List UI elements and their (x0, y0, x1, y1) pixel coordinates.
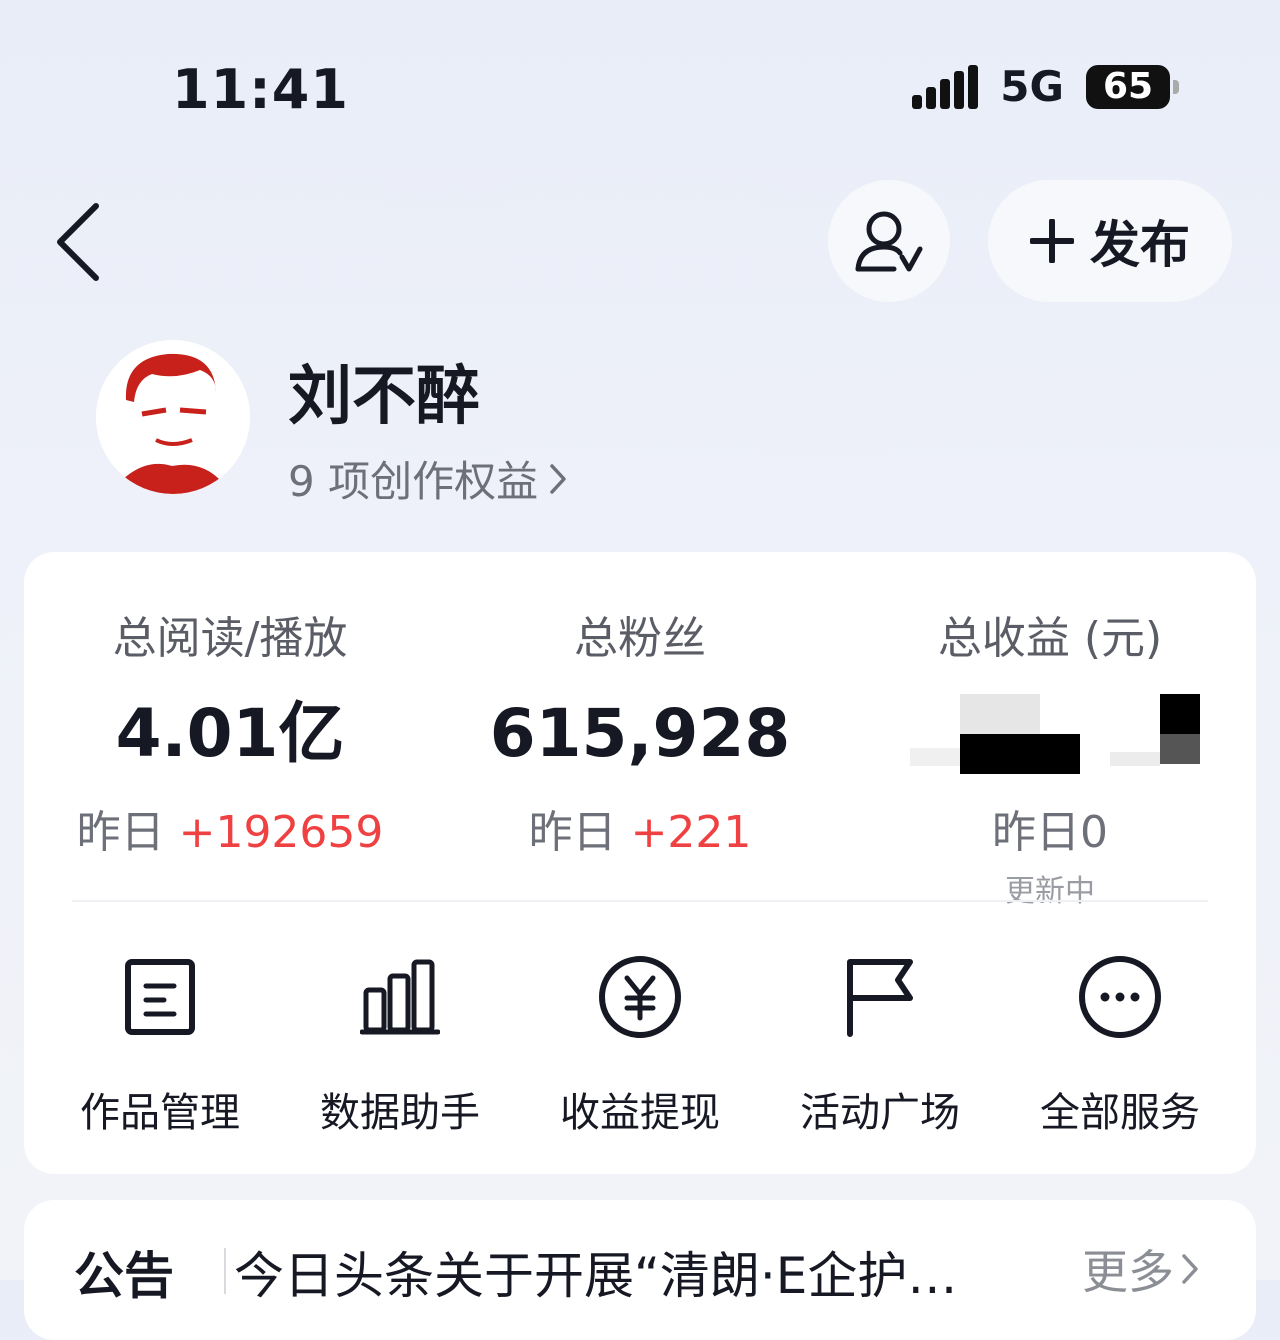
divider (224, 1248, 226, 1294)
stat-value: 4.01亿 (115, 695, 345, 772)
tool-earnings-withdraw[interactable]: 收益提现 (520, 952, 760, 1138)
battery-icon: 65 (1086, 64, 1179, 109)
tool-works-management[interactable]: 作品管理 (40, 952, 280, 1138)
tool-all-services[interactable]: 全部服务 (1000, 952, 1240, 1138)
stats-card: 总阅读/播放 4.01亿 昨日 +192659 总粉丝 615,928 昨日 +… (24, 552, 1256, 1174)
stat-delta-value: 0 (1080, 807, 1108, 858)
stat-value: 615,928 (489, 695, 791, 772)
announcement-more-link[interactable]: 更多 (1082, 1236, 1200, 1302)
announcement-text[interactable]: 今日头条关于开展“清朗·E企护… (234, 1236, 1034, 1308)
stat-delta: 昨日0 (850, 796, 1250, 860)
document-icon (125, 959, 195, 1035)
user-name: 刘不醉 (288, 360, 480, 434)
avatar[interactable] (96, 340, 250, 494)
stat-delta-value: +221 (630, 807, 752, 858)
yen-coin-icon (599, 956, 681, 1038)
stat-label: 总收益 (元) (937, 613, 1163, 664)
tool-activity-plaza[interactable]: 活动广场 (760, 952, 1000, 1138)
chevron-right-icon (1182, 1254, 1198, 1284)
status-indicators: 5G 65 (912, 62, 1179, 111)
redacted-value (850, 694, 1250, 774)
updating-note: 更新中 (1005, 874, 1095, 909)
announcement-tag: 公告 (74, 1247, 174, 1305)
stat-delta: 昨日 +192659 (30, 796, 430, 860)
battery-level: 65 (1102, 66, 1154, 107)
creator-rights-link[interactable]: 9 项创作权益 (288, 448, 568, 509)
stat-delta-prefix: 昨日 (992, 807, 1080, 858)
publish-label: 发布 (1090, 216, 1190, 274)
plus-icon (1030, 219, 1074, 263)
network-type: 5G (1000, 62, 1064, 111)
tool-label: 全部服务 (1040, 1090, 1200, 1136)
follow-manage-button[interactable] (828, 180, 950, 302)
stat-total-earnings[interactable]: 总收益 (元) 昨日0 更新中 (850, 602, 1250, 910)
stat-total-reads[interactable]: 总阅读/播放 4.01亿 昨日 +192659 (30, 602, 430, 860)
stat-delta: 昨日 +221 (440, 796, 840, 860)
signal-icon (912, 64, 979, 109)
stat-label: 总粉丝 (574, 613, 706, 664)
stat-total-fans[interactable]: 总粉丝 615,928 昨日 +221 (440, 602, 840, 860)
stat-delta-prefix: 昨日 (528, 807, 617, 858)
chevron-right-icon (550, 463, 566, 494)
flag-icon (847, 959, 913, 1037)
bar-chart-icon (360, 959, 440, 1035)
user-check-icon (855, 211, 923, 272)
stat-delta-prefix: 昨日 (76, 807, 165, 858)
more-dots-icon (1079, 956, 1161, 1038)
chevron-left-icon (57, 203, 99, 281)
stat-delta-value: +192659 (178, 807, 384, 858)
tool-label: 数据助手 (320, 1090, 480, 1136)
tool-label: 活动广场 (800, 1090, 960, 1136)
tool-label: 收益提现 (560, 1090, 720, 1136)
divider (72, 900, 1208, 902)
tool-label: 作品管理 (80, 1090, 240, 1136)
avatar-image (96, 340, 250, 494)
announcement-card[interactable]: 公告 今日头条关于开展“清朗·E企护… 更多 (24, 1200, 1256, 1340)
creator-rights-label: 9 项创作权益 (288, 457, 539, 506)
back-button[interactable] (50, 200, 110, 284)
more-label: 更多 (1082, 1245, 1174, 1299)
publish-button[interactable]: 发布 (988, 180, 1232, 302)
tool-data-assistant[interactable]: 数据助手 (280, 952, 520, 1138)
stat-label: 总阅读/播放 (112, 613, 348, 664)
status-time: 11:41 (172, 58, 349, 121)
